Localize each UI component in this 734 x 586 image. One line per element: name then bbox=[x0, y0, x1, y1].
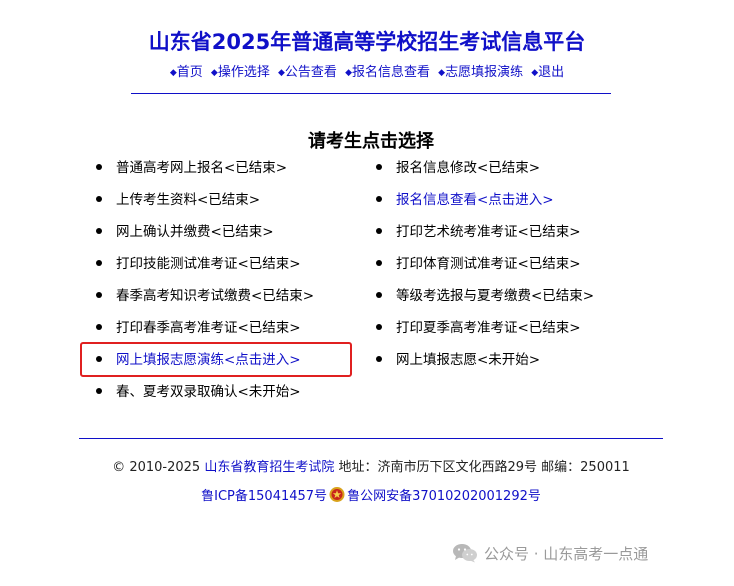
address-text: 地址：济南市历下区文化西路29号 邮编：250011 bbox=[338, 460, 630, 475]
option-label: 打印艺术统考准考证<已结束> bbox=[396, 224, 581, 240]
bullet-icon bbox=[96, 388, 102, 394]
option-label: 普通高考网上报名<已结束> bbox=[116, 160, 288, 176]
nav-label: 公告查看 bbox=[284, 65, 337, 80]
option-pe-test-ticket: 打印体育测试准考证<已结束> bbox=[376, 252, 594, 284]
option-confirm-payment: 网上确认并缴费<已结束> bbox=[96, 220, 314, 252]
wechat-icon bbox=[453, 544, 477, 563]
nav-operation-select[interactable]: ◆操作选择 bbox=[211, 65, 270, 80]
bullet-icon bbox=[376, 164, 382, 170]
option-summer-ticket: 打印夏季高考准考证<已结束> bbox=[376, 316, 594, 348]
highlight-annotation-box bbox=[80, 342, 352, 377]
bullet-icon bbox=[96, 260, 102, 266]
footer-info: © 2010-2025 山东省教育招生考试院 地址：济南市历下区文化西路29号 … bbox=[0, 456, 734, 475]
option-label: 打印体育测试准考证<已结束> bbox=[396, 256, 581, 272]
option-label[interactable]: 报名信息查看<点击进入> bbox=[396, 192, 554, 208]
icp-link[interactable]: 鲁ICP备15041457号 bbox=[201, 489, 327, 504]
bullet-icon bbox=[376, 324, 382, 330]
option-label: 报名信息修改<已结束> bbox=[396, 160, 541, 176]
option-label: 上传考生资料<已结束> bbox=[116, 192, 261, 208]
option-spring-exam-payment: 春季高考知识考试缴费<已结束> bbox=[96, 284, 314, 316]
nav-application-practice[interactable]: ◆志愿填报演练 bbox=[438, 65, 523, 80]
bullet-icon bbox=[376, 228, 382, 234]
option-label: 网上填报志愿<未开始> bbox=[396, 352, 541, 368]
option-label: 网上确认并缴费<已结束> bbox=[116, 224, 274, 240]
bullet-icon bbox=[96, 228, 102, 234]
nav-label: 首页 bbox=[176, 65, 203, 80]
header-divider bbox=[131, 93, 611, 94]
option-art-exam-ticket: 打印艺术统考准考证<已结束> bbox=[376, 220, 594, 252]
option-modify-registration: 报名信息修改<已结束> bbox=[376, 156, 594, 188]
options-right-column: 报名信息修改<已结束> 报名信息查看<点击进入> 打印艺术统考准考证<已结束> … bbox=[376, 156, 594, 380]
nav-registration-info[interactable]: ◆报名信息查看 bbox=[345, 65, 430, 80]
option-upload-materials: 上传考生资料<已结束> bbox=[96, 188, 314, 220]
org-link[interactable]: 山东省教育招生考试院 bbox=[204, 460, 334, 475]
nav-announcements[interactable]: ◆公告查看 bbox=[278, 65, 337, 80]
option-label: 打印夏季高考准考证<已结束> bbox=[396, 320, 581, 336]
nav-label: 退出 bbox=[538, 65, 565, 80]
police-record-link[interactable]: 鲁公网安备37010202001292号 bbox=[347, 489, 541, 504]
nav-logout[interactable]: ◆退出 bbox=[531, 65, 564, 80]
police-badge-icon bbox=[329, 487, 345, 502]
watermark: 公众号 · 山东高考一点通 bbox=[452, 543, 648, 564]
diamond-icon: ◆ bbox=[345, 68, 352, 78]
diamond-icon: ◆ bbox=[169, 68, 177, 78]
site-title: 山东省2025年普通高等学校招生考试信息平台 bbox=[148, 30, 586, 54]
bullet-icon bbox=[96, 324, 102, 330]
diamond-icon: ◆ bbox=[531, 68, 539, 78]
option-label: 等级考选报与夏考缴费<已结束> bbox=[396, 288, 595, 304]
diamond-icon: ◆ bbox=[210, 68, 218, 78]
watermark-text: 公众号 · 山东高考一点通 bbox=[484, 545, 649, 563]
footer-registration: 鲁ICP备15041457号 鲁公网安备37010202001292号 bbox=[0, 485, 734, 504]
option-registration: 普通高考网上报名<已结束> bbox=[96, 156, 314, 188]
bullet-icon bbox=[96, 196, 102, 202]
option-view-registration-link[interactable]: 报名信息查看<点击进入> bbox=[376, 188, 594, 220]
option-label: 打印技能测试准考证<已结束> bbox=[116, 256, 301, 272]
top-nav: ◆首页 ◆操作选择 ◆公告查看 ◆报名信息查看 ◆志愿填报演练 ◆退出 bbox=[0, 61, 734, 80]
section-title: 请考生点击选择 bbox=[308, 131, 434, 152]
option-label: 春季高考知识考试缴费<已结束> bbox=[116, 288, 315, 304]
option-grade-exam-payment: 等级考选报与夏考缴费<已结束> bbox=[376, 284, 594, 316]
option-dual-admission-confirm: 春、夏考双录取确认<未开始> bbox=[96, 380, 314, 412]
footer-divider bbox=[79, 438, 663, 439]
option-label: 春、夏考双录取确认<未开始> bbox=[116, 384, 301, 400]
option-skill-test-ticket: 打印技能测试准考证<已结束> bbox=[96, 252, 314, 284]
option-label: 打印春季高考准考证<已结束> bbox=[116, 320, 301, 336]
diamond-icon: ◆ bbox=[438, 68, 446, 78]
bullet-icon bbox=[96, 164, 102, 170]
nav-label: 操作选择 bbox=[217, 65, 270, 80]
nav-home[interactable]: ◆首页 bbox=[170, 65, 203, 80]
bullet-icon bbox=[376, 260, 382, 266]
bullet-icon bbox=[376, 196, 382, 202]
option-application-submit: 网上填报志愿<未开始> bbox=[376, 348, 594, 380]
bullet-icon bbox=[376, 356, 382, 362]
bullet-icon bbox=[96, 292, 102, 298]
nav-label: 志愿填报演练 bbox=[445, 65, 524, 80]
copyright-text: © 2010-2025 bbox=[112, 460, 201, 475]
bullet-icon bbox=[376, 292, 382, 298]
diamond-icon: ◆ bbox=[277, 68, 285, 78]
nav-label: 报名信息查看 bbox=[351, 65, 430, 80]
